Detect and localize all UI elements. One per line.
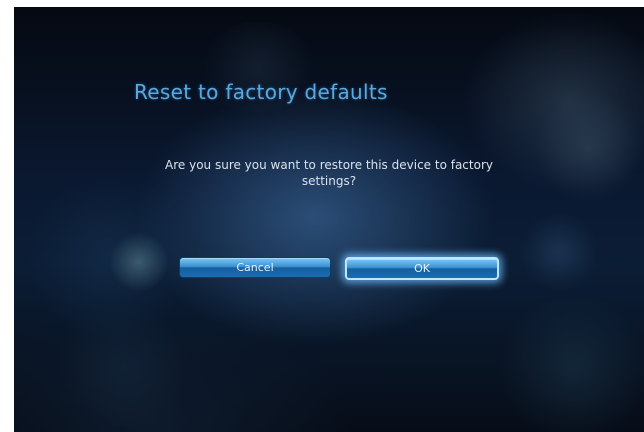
bokeh-light	[494, 297, 644, 432]
ok-button[interactable]: OK	[345, 257, 499, 280]
dialog-title: Reset to factory defaults	[134, 80, 388, 104]
bokeh-light	[54, 307, 194, 427]
cancel-button[interactable]: Cancel	[179, 257, 331, 278]
bokeh-light	[534, 92, 644, 202]
bokeh-light	[519, 212, 599, 292]
tv-screen: Reset to factory defaults Are you sure y…	[14, 7, 644, 432]
confirmation-message: Are you sure you want to restore this de…	[165, 158, 493, 188]
bokeh-light	[109, 232, 169, 292]
